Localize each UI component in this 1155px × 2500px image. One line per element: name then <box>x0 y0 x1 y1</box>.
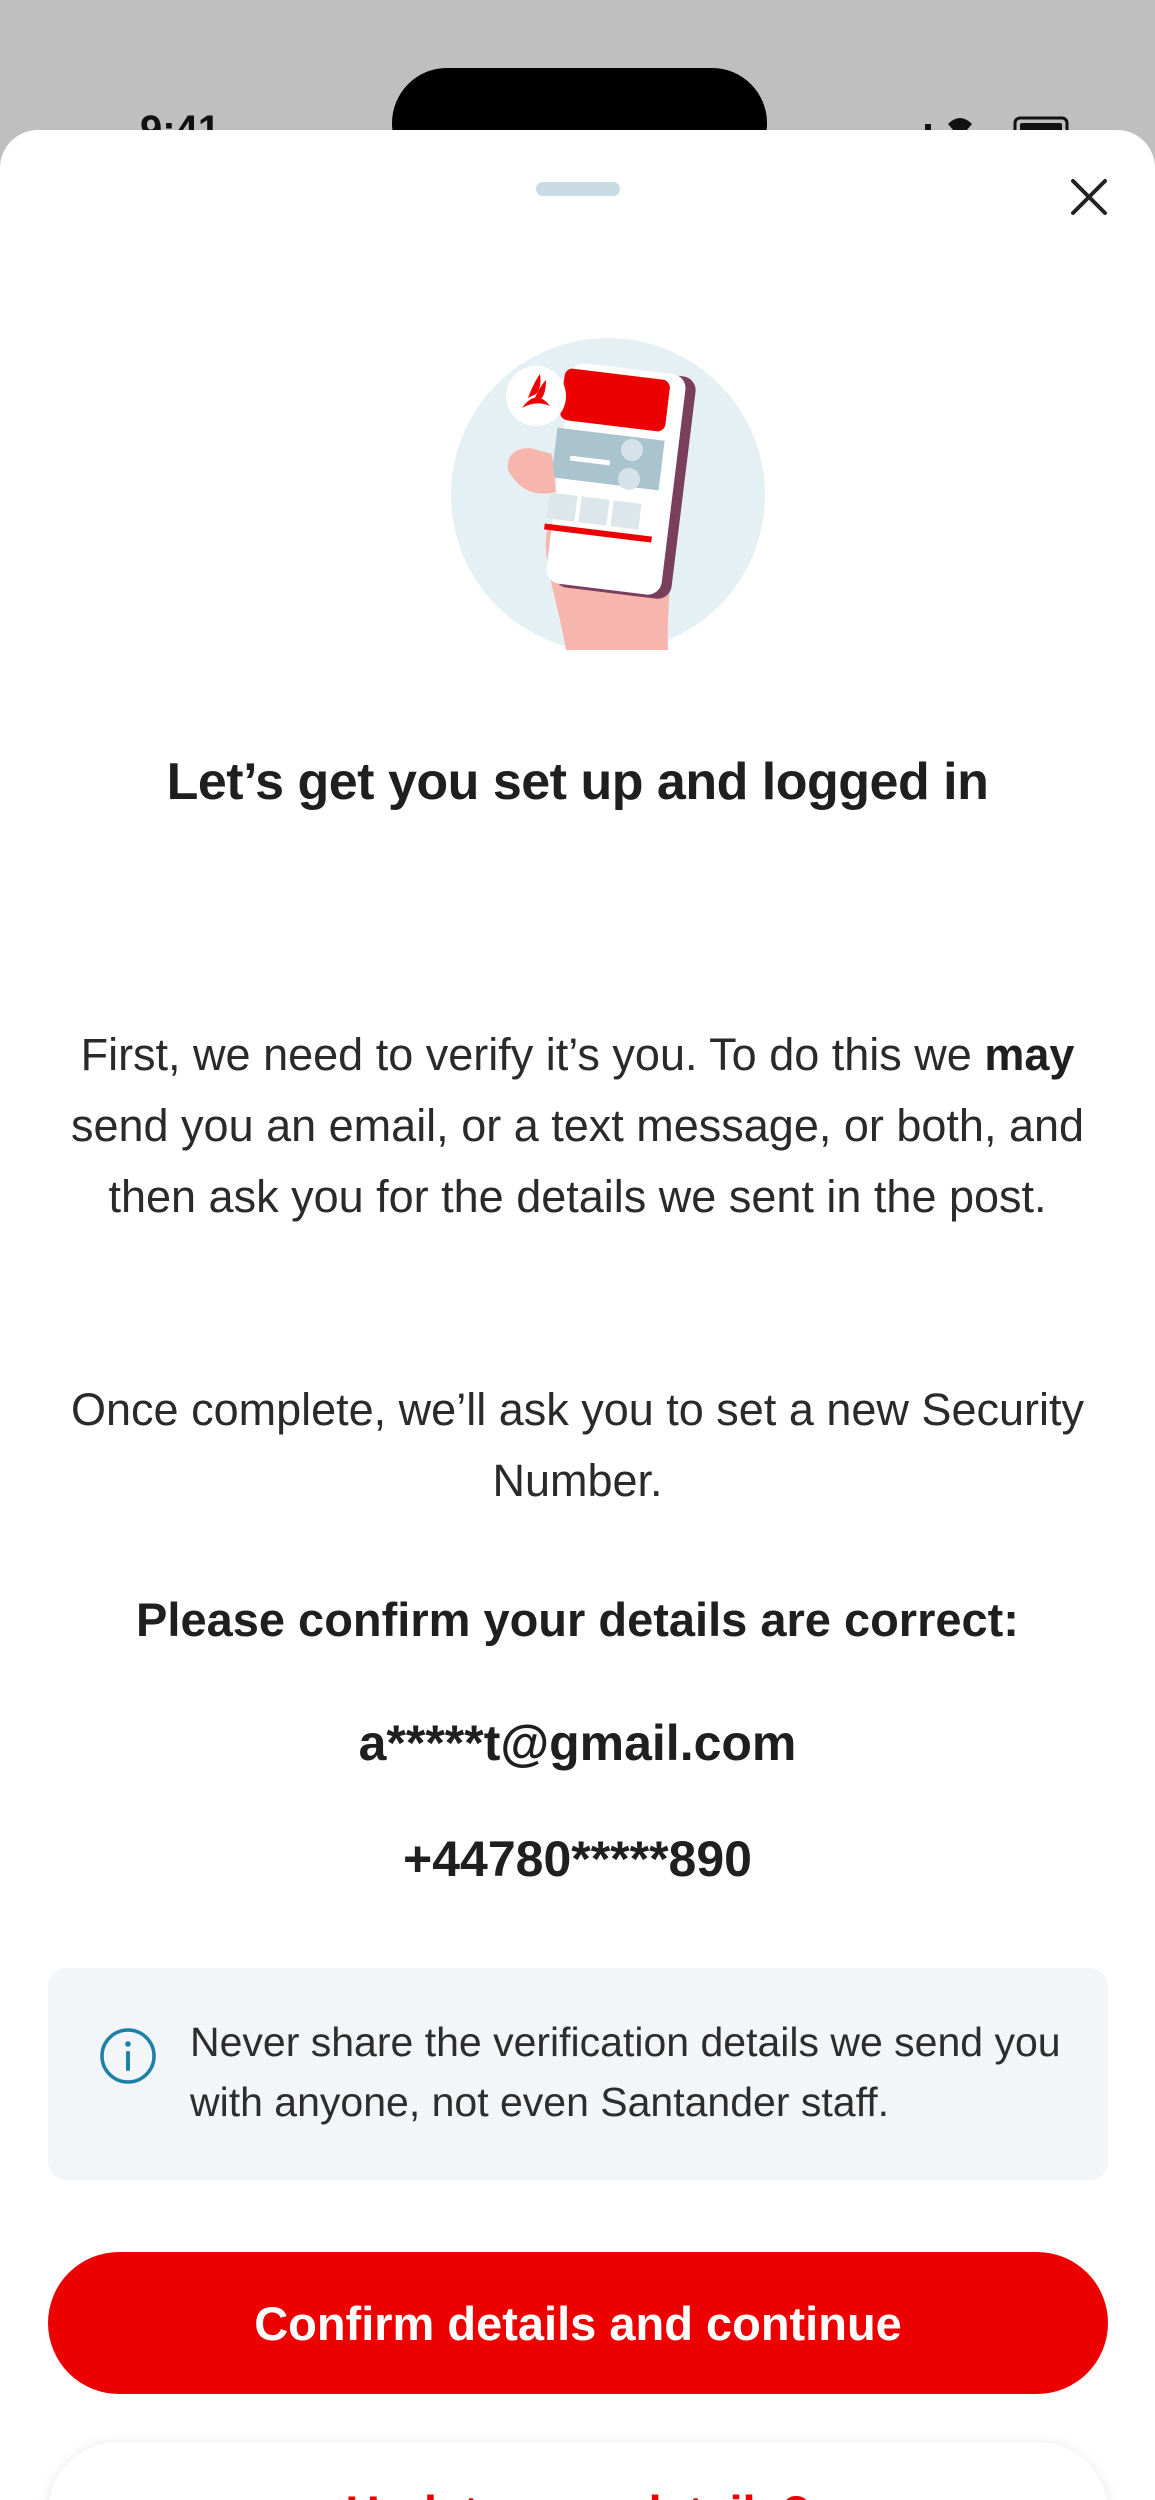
hand-holding-phone-illustration <box>451 338 765 650</box>
sheet-grabber[interactable] <box>536 182 620 196</box>
explanation-prefix: First, we need to verify it’s you. To do… <box>80 1029 985 1080</box>
masked-email: a*****t@gmail.com <box>358 1715 797 1771</box>
verification-explanation: First, we need to verify it’s you. To do… <box>60 1019 1095 1232</box>
bottom-sheet: Let’s get you set up and logged in First… <box>0 130 1155 2500</box>
status-bar: 9:41 <box>0 0 1155 178</box>
confirm-details-button[interactable]: Confirm details and continue <box>48 2252 1108 2394</box>
page-title: Let’s get you set up and logged in <box>166 753 989 811</box>
info-text: Never share the verification details we … <box>190 2019 1061 2125</box>
info-notice: Never share the verification details we … <box>48 1968 1108 2180</box>
explanation-emphasis: may <box>984 1029 1075 1080</box>
info-icon <box>100 2028 156 2084</box>
close-button[interactable] <box>1062 170 1116 224</box>
close-icon <box>1071 179 1107 215</box>
confirm-details-heading: Please confirm your details are correct: <box>136 1593 1019 1646</box>
update-details-button[interactable]: Update your details? <box>48 2442 1108 2500</box>
security-number-note: Once complete, we’ll ask you to set a ne… <box>71 1384 1084 1506</box>
masked-phone: +44780*****890 <box>403 1831 752 1887</box>
explanation-suffix: send you an email, or a text message, or… <box>70 1100 1085 1222</box>
